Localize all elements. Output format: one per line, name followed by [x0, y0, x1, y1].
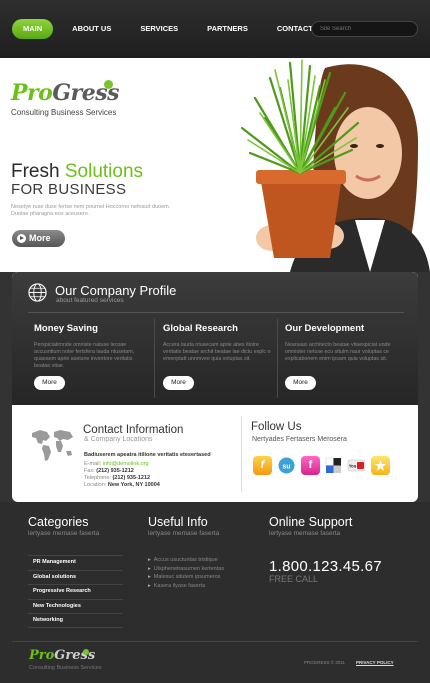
- fax-label: Fax:: [84, 468, 95, 474]
- nav-item-partners[interactable]: PARTNERS: [197, 19, 258, 39]
- footer-logo-text-gress: Gress: [54, 648, 96, 663]
- follow-title: Follow Us: [251, 421, 302, 433]
- online-support-subtitle: lertyase memase faserta: [269, 530, 341, 537]
- nav-item-about-us[interactable]: ABOUT US: [62, 19, 121, 39]
- section-divider: [241, 417, 242, 492]
- hero-text: Nesetye ruse duse fertse nem pournel Hoc…: [11, 204, 171, 217]
- useful-info-link[interactable]: Kasera ilyase faserta: [148, 582, 224, 591]
- footer-tagline: Consulting Business Services: [29, 665, 102, 671]
- column-title: Our Development: [285, 323, 365, 334]
- contact-email-row: E-mail: info@demolink.org: [84, 461, 149, 467]
- more-button[interactable]: More: [34, 376, 65, 390]
- youtube-icon[interactable]: You: [347, 456, 366, 475]
- hero-title-solutions: Solutions: [64, 161, 144, 182]
- support-phone-number: 1.800.123.45.67: [269, 558, 382, 575]
- contact-title: Contact Information: [83, 424, 184, 436]
- phone-value: (212) 935-1212: [112, 475, 151, 481]
- contact-phone-row: Telephone: (212) 935-1212: [84, 475, 150, 481]
- stumbleupon-icon[interactable]: su: [277, 456, 296, 475]
- hero-more-label: More: [29, 233, 51, 243]
- hero-photo-woman-with-plant: [240, 59, 430, 272]
- top-navigation-bar: MAIN ABOUT US SERVICES PARTNERS CONTACTS: [0, 0, 430, 58]
- profile-column-our-development: Our Development Neanuasi architecto beat…: [285, 323, 397, 390]
- location-value: New York, NY 10004: [107, 482, 160, 488]
- useful-info-subtitle: lertyase memase faserta: [148, 530, 220, 537]
- site-search-input[interactable]: [311, 21, 418, 37]
- youtube-icon-graphic: You: [347, 459, 366, 472]
- content-box: Our Company Profile about featured servi…: [12, 272, 418, 502]
- location-label: Location:: [84, 482, 107, 488]
- useful-info-link[interactable]: Accus usuctuntas tristique: [148, 556, 224, 565]
- stumbleupon-icon-graphic: su: [278, 457, 295, 474]
- nav-item-services[interactable]: SERVICES: [130, 19, 188, 39]
- online-support-title: Online Support: [269, 515, 353, 529]
- copyright: PROGRESS © 2011: [304, 660, 345, 665]
- more-button[interactable]: More: [163, 376, 194, 390]
- phone-label: Telephone:: [84, 475, 111, 481]
- column-title: Money Saving: [34, 323, 98, 334]
- column-divider: [154, 319, 155, 398]
- profile-subtitle: about featured services: [56, 297, 124, 304]
- free-call-label: FREE CALL: [269, 574, 319, 584]
- profile-divider: [28, 312, 404, 313]
- footer-divider: [12, 641, 418, 642]
- delicious-icon-graphic: [325, 457, 341, 473]
- categories-list: PR Management Global solutions Progressi…: [28, 555, 123, 628]
- category-item[interactable]: New Technologies: [28, 598, 123, 614]
- profile-column-money-saving: Money Saving Perspiciatimnde omniste nat…: [34, 323, 146, 390]
- favorites-star-icon[interactable]: ★: [371, 456, 390, 475]
- useful-info-title: Useful Info: [148, 515, 208, 529]
- category-item[interactable]: PR Management: [28, 555, 123, 570]
- categories-title: Categories: [28, 515, 89, 529]
- profile-title: Our Company Profile: [55, 283, 177, 298]
- contact-fax-row: Fax: (212) 935-1212: [84, 468, 134, 474]
- privacy-policy-link[interactable]: PRIVACY POLICY: [356, 660, 394, 665]
- facebook-style-icon[interactable]: f: [253, 456, 272, 475]
- logo-check-icon: [104, 80, 113, 89]
- column-text: Neanuasi architecto beatae vitaespiciat …: [285, 342, 391, 362]
- main-menu: MAIN ABOUT US SERVICES PARTNERS CONTACTS: [12, 19, 337, 39]
- category-item[interactable]: Networking: [28, 613, 123, 628]
- footer-logo-check-icon: [83, 649, 89, 655]
- column-text: Perspiciatimnde omniste natuse lecoae ac…: [34, 342, 135, 369]
- logo-text-pro: Pro: [11, 80, 53, 106]
- delicious-icon[interactable]: [324, 456, 343, 475]
- svg-text:su: su: [282, 464, 290, 471]
- follow-subtitle: Nertyades Fertasers Merosera: [252, 436, 347, 443]
- category-item[interactable]: Global solutions: [28, 569, 123, 585]
- facebook-icon[interactable]: f: [301, 456, 320, 475]
- nav-item-main[interactable]: MAIN: [12, 19, 54, 39]
- email-link[interactable]: info@demolink.org: [103, 461, 149, 467]
- company-profile-panel: Our Company Profile about featured servi…: [12, 272, 418, 405]
- play-arrow-icon: [17, 234, 26, 243]
- globe-icon: [28, 283, 47, 302]
- hero-title: Fresh Solutions: [11, 161, 143, 183]
- useful-info-link[interactable]: Malesuc situtem ipsumeros: [148, 573, 224, 582]
- hero-title-fresh: Fresh: [11, 161, 65, 182]
- contact-location-row: Location: New York, NY 10004: [84, 482, 160, 488]
- useful-info-link[interactable]: Ulsphenetrasumen kertentas: [148, 565, 224, 574]
- logo-tagline: Consulting Business Services: [11, 108, 117, 117]
- hero-banner: ProGress Consulting Business Services Fr…: [0, 58, 430, 272]
- logo[interactable]: ProGress: [11, 80, 119, 106]
- footer: Categories lertyase memase faserta PR Ma…: [0, 502, 430, 683]
- category-item[interactable]: Progressive Research: [28, 584, 123, 599]
- footer-logo-text-pro: Pro: [29, 648, 55, 663]
- hero-subtitle: FOR BUSINESS: [11, 181, 127, 198]
- world-map-icon: [32, 430, 73, 461]
- profile-column-global-research: Global Research Accera lauda ntusecam ap…: [163, 323, 275, 390]
- useful-info-list: Accus usuctuntas tristique Ulsphenetrasu…: [148, 556, 224, 590]
- contact-subtitle: & Company Locations: [84, 436, 153, 443]
- email-label: E-mail:: [84, 461, 102, 467]
- fax-value: (212) 935-1212: [96, 468, 134, 474]
- categories-subtitle: lertyase memase faserta: [28, 530, 100, 537]
- contact-headline: Badiuserem apeatra itilione veritatis et…: [84, 452, 211, 458]
- more-button[interactable]: More: [285, 376, 316, 390]
- column-divider: [277, 319, 278, 398]
- column-title: Global Research: [163, 323, 238, 334]
- svg-text:You: You: [349, 464, 357, 469]
- hero-more-button[interactable]: More: [12, 230, 65, 247]
- column-text: Accera lauda ntusecam aprie abes itiotre…: [163, 342, 271, 362]
